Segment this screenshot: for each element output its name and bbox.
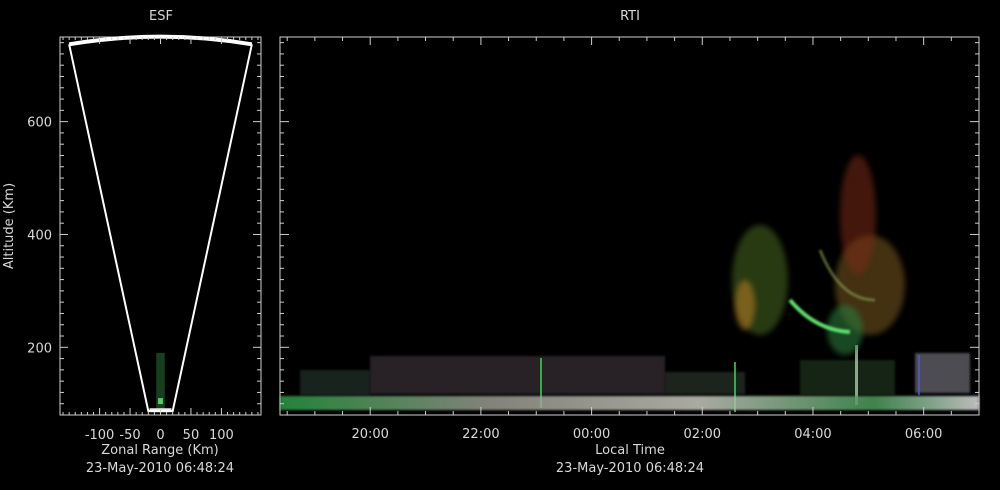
rti-x-tick-label: 00:00 [573, 427, 610, 442]
rti-timestamp: 23-May-2010 06:48:24 [556, 461, 704, 476]
rti-echo-band-morning [800, 360, 895, 395]
esf-y-tick-label: 400 [27, 228, 52, 243]
esf-y-label: Altitude (Km) [2, 183, 17, 269]
esf-x-tick-label: 50 [183, 428, 200, 443]
rti-x-tick-label: 02:00 [684, 427, 721, 442]
rti-echo-band-dawn [915, 353, 970, 393]
esf-rti-figure: ESF -100 -50 0 50 100 200 400 600 Altitude (Km… [2, 9, 980, 476]
esf-x-tick-label: 100 [209, 428, 234, 443]
rti-x-tick-label: 04:00 [794, 427, 831, 442]
rti-x-label: Local Time [595, 443, 665, 458]
rti-x-tick-label: 22:00 [462, 427, 499, 442]
rti-streak [918, 355, 920, 395]
esf-timestamp: 23-May-2010 06:48:24 [86, 461, 234, 476]
rti-x-tick-label: 06:00 [905, 427, 942, 442]
esf-y-tick-label: 200 [27, 341, 52, 356]
rti-ground-echo [280, 396, 979, 410]
esf-x-tick-label: -100 [85, 428, 115, 443]
rti-plume-upper [840, 155, 876, 275]
rti-echo-band-evening [370, 356, 665, 394]
esf-x-label: Zonal Range (Km) [101, 443, 218, 458]
rti-echo-band-midnight [665, 372, 745, 394]
rti-title: RTI [620, 9, 640, 24]
esf-title: ESF [149, 9, 173, 24]
esf-x-tick-label: 0 [156, 428, 164, 443]
esf-x-tick-label: -50 [119, 428, 140, 443]
rti-plume-left-core [735, 280, 755, 330]
esf-echo [158, 398, 163, 405]
rti-panel: RTI 20:00 22:00 00:00 02:00 04:00 06:00 … [279, 9, 980, 476]
rti-echo-band-early [300, 370, 370, 395]
esf-y-tick-label: 600 [27, 116, 52, 131]
esf-panel: ESF -100 -50 0 50 100 200 400 600 Altitude (Km… [2, 9, 262, 476]
rti-x-tick-label: 20:00 [351, 427, 388, 442]
